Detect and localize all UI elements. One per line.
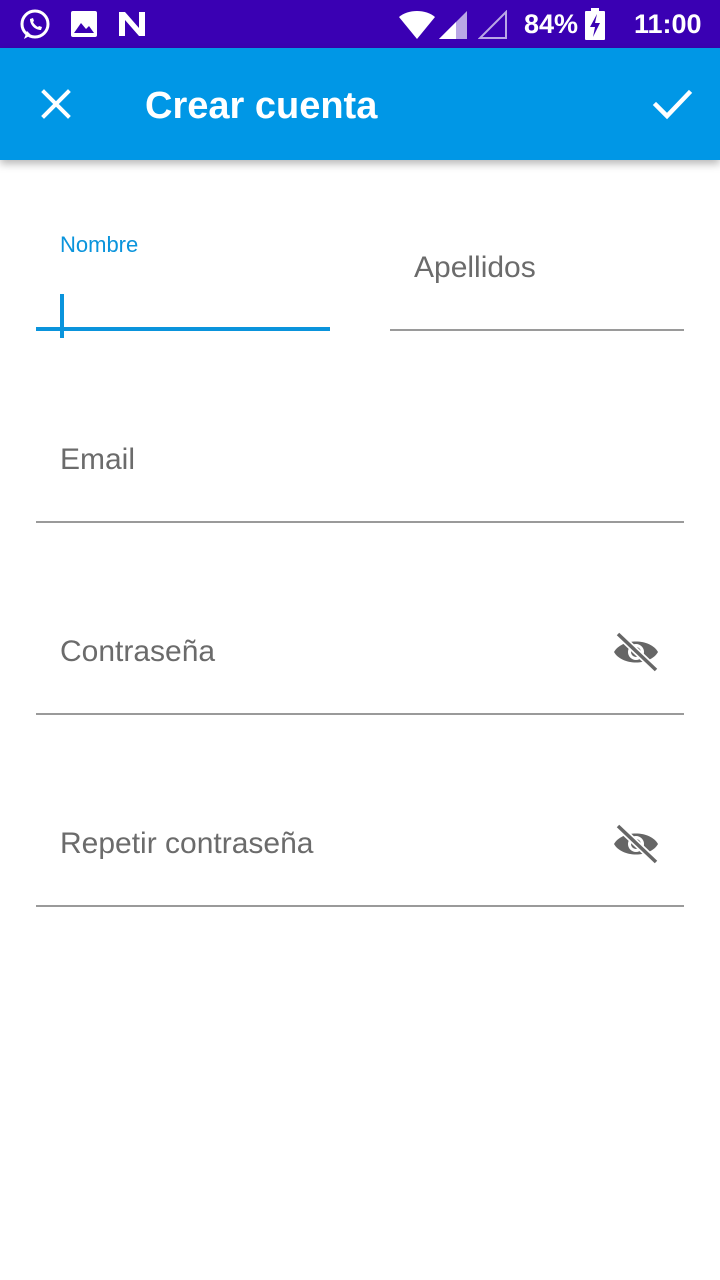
repeat-password-field[interactable]: Repetir contraseña xyxy=(36,798,684,907)
signal-icon xyxy=(438,10,468,45)
repeat-password-underline xyxy=(36,905,684,907)
clock: 11:00 xyxy=(634,9,702,39)
close-icon xyxy=(28,89,84,136)
first-name-underline xyxy=(36,327,330,331)
first-name-label: Nombre xyxy=(60,232,139,257)
eye-off-icon xyxy=(612,823,660,868)
last-name-label: Apellidos xyxy=(414,251,536,284)
wifi-icon xyxy=(398,10,436,45)
battery-charging-icon xyxy=(584,8,606,45)
password-label: Contraseña xyxy=(60,635,216,668)
password-field[interactable]: Contraseña xyxy=(36,606,684,715)
n-app-icon xyxy=(117,10,147,43)
check-icon xyxy=(644,89,700,136)
password-underline xyxy=(36,713,684,715)
repeat-password-visibility-toggle[interactable] xyxy=(612,823,660,865)
status-bar: 84% 11:00 xyxy=(0,0,720,48)
email-label: Email xyxy=(60,443,136,476)
password-visibility-toggle[interactable] xyxy=(612,631,660,673)
confirm-button[interactable] xyxy=(644,76,700,132)
close-button[interactable] xyxy=(28,76,84,132)
app-bar: Crear cuenta xyxy=(0,48,720,160)
last-name-field[interactable]: Apellidos xyxy=(390,222,684,331)
page-title: Crear cuenta xyxy=(145,85,378,127)
email-underline xyxy=(36,521,684,523)
gallery-icon xyxy=(70,10,98,43)
text-cursor xyxy=(60,294,64,338)
whatsapp-icon xyxy=(18,8,52,47)
battery-percent: 84% xyxy=(524,9,579,39)
first-name-field[interactable]: Nombre xyxy=(36,222,330,338)
repeat-password-label: Repetir contraseña xyxy=(60,827,314,860)
last-name-underline xyxy=(390,329,684,331)
signal-empty-icon xyxy=(477,9,508,45)
eye-off-icon xyxy=(612,631,660,676)
email-field[interactable]: Email xyxy=(36,414,684,523)
